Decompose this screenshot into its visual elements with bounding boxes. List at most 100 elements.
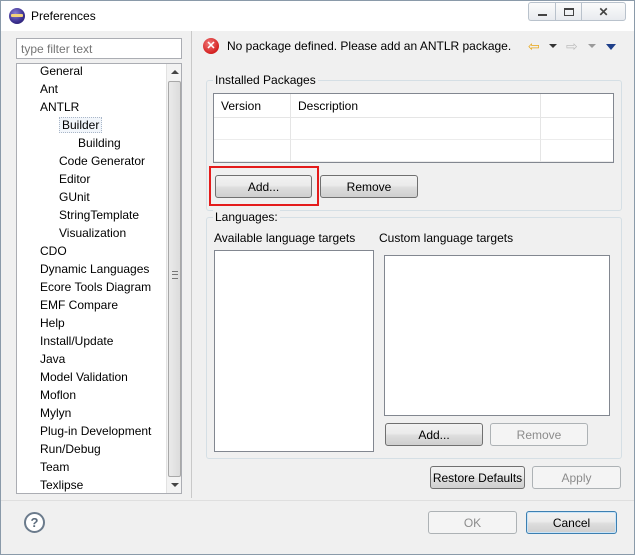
tree-item-label: Ecore Tools Diagram xyxy=(40,280,152,294)
footer-separator xyxy=(1,500,634,501)
tree-item-label: Editor xyxy=(59,172,91,186)
tree-item[interactable]: Install/Update xyxy=(40,333,113,351)
apply-button[interactable]: Apply xyxy=(532,466,621,489)
available-targets-label: Available language targets xyxy=(214,231,356,245)
tree-item-label: Building xyxy=(78,136,121,150)
minimize-button[interactable] xyxy=(528,2,555,21)
minimize-icon xyxy=(537,13,547,16)
close-button[interactable]: ✕ xyxy=(581,2,626,21)
packages-table[interactable]: Version Description xyxy=(213,93,614,163)
tree-item[interactable]: Editor xyxy=(59,171,90,189)
close-icon: ✕ xyxy=(598,4,609,19)
back-arrow-icon[interactable]: ⇦ xyxy=(528,39,540,53)
tree-item-label: Java xyxy=(40,352,66,366)
help-icon[interactable]: ? xyxy=(24,512,45,533)
tree-item-label: Builder xyxy=(59,117,103,133)
tree-item-label: Ant xyxy=(40,82,59,96)
restore-defaults-button[interactable]: Restore Defaults xyxy=(430,466,525,489)
error-icon: ✕ xyxy=(203,38,219,54)
tree-item-label: Texlipse xyxy=(40,478,84,492)
tree-item-label: Visualization xyxy=(59,226,127,240)
tree-item-label: General xyxy=(40,64,83,78)
installed-packages-title: Installed Packages xyxy=(213,73,318,87)
tree-item[interactable]: Model Validation xyxy=(40,369,128,387)
tree-item-label: Model Validation xyxy=(40,370,128,384)
tree-item[interactable]: Moflon xyxy=(40,387,76,405)
available-targets-list[interactable] xyxy=(214,250,374,452)
maximize-button[interactable] xyxy=(555,2,581,21)
preferences-window: Preferences ✕ Texlipse Team Run/Debug Plug-… xyxy=(0,0,635,555)
preference-tree: Texlipse Team Run/Debug Plug-in Development… xyxy=(16,63,182,494)
tree-item[interactable]: Java xyxy=(40,351,65,369)
table-cell xyxy=(291,118,541,140)
scroll-thumb[interactable] xyxy=(168,81,181,477)
title-bar: Preferences ✕ xyxy=(1,1,634,31)
column-header-version[interactable]: Version xyxy=(214,94,291,118)
add-language-button[interactable]: Add... xyxy=(385,423,483,446)
table-cell xyxy=(541,140,613,162)
column-header-description[interactable]: Description xyxy=(291,94,541,118)
cancel-button[interactable]: Cancel xyxy=(526,511,617,534)
tree-item[interactable]: GUnit xyxy=(59,189,90,207)
maximize-icon xyxy=(563,7,574,16)
tree-item[interactable]: Visualization xyxy=(59,225,126,243)
highlight-box xyxy=(209,166,319,206)
panel-divider xyxy=(191,31,192,498)
tree-item-label: Team xyxy=(40,460,70,474)
languages-title: Languages: xyxy=(213,210,280,224)
tree-item-label: CDO xyxy=(40,244,67,258)
table-cell xyxy=(291,140,541,162)
window-title: Preferences xyxy=(31,9,96,23)
tree-item-label: Plug-in Development xyxy=(40,424,152,438)
message-text: No package defined. Please add an ANTLR … xyxy=(227,39,512,53)
tree-scrollbar[interactable] xyxy=(166,64,181,493)
tree-item[interactable]: Mylyn xyxy=(40,405,71,423)
tree-item[interactable]: Run/Debug xyxy=(40,441,101,459)
tree-item[interactable]: EMF Compare xyxy=(40,297,118,315)
tree-item[interactable]: Team xyxy=(40,459,69,477)
tree-item-label: Moflon xyxy=(40,388,77,402)
tree-item-label: Install/Update xyxy=(40,334,114,348)
tree-item[interactable]: General xyxy=(40,64,83,81)
tree-item[interactable]: Dynamic Languages xyxy=(40,261,149,279)
remove-language-button[interactable]: Remove xyxy=(490,423,588,446)
tree-item[interactable]: ANTLR xyxy=(40,99,79,117)
remove-package-button[interactable]: Remove xyxy=(320,175,418,198)
forward-dropdown-icon[interactable] xyxy=(588,44,596,48)
tree-item[interactable]: StringTemplate xyxy=(59,207,139,225)
column-header-filler xyxy=(541,94,613,118)
table-cell xyxy=(214,140,291,162)
tree-item[interactable]: Plug-in Development xyxy=(40,423,151,441)
message-bar: ✕ No package defined. Please add an ANTL… xyxy=(197,33,625,59)
tree-item[interactable]: Ant xyxy=(40,81,58,99)
tree-item-label: ANTLR xyxy=(40,100,80,114)
tree-item-label: GUnit xyxy=(59,190,90,204)
ok-button[interactable]: OK xyxy=(428,511,517,534)
tree-item-label: Code Generator xyxy=(59,154,146,168)
tree-item-label: Dynamic Languages xyxy=(40,262,150,276)
scroll-down-icon[interactable] xyxy=(171,483,179,487)
custom-targets-label: Custom language targets xyxy=(379,231,514,245)
table-cell xyxy=(541,118,613,140)
view-menu-icon[interactable] xyxy=(606,44,616,50)
tree-item[interactable]: Building xyxy=(78,135,121,153)
eclipse-icon xyxy=(9,8,25,24)
tree-item[interactable]: Help xyxy=(40,315,65,333)
tree-item[interactable]: CDO xyxy=(40,243,67,261)
tree-item-label: EMF Compare xyxy=(40,298,119,312)
tree-item[interactable]: Code Generator xyxy=(59,153,145,171)
tree-item-label: StringTemplate xyxy=(59,208,140,222)
forward-arrow-icon[interactable]: ⇨ xyxy=(566,39,578,53)
scroll-up-icon[interactable] xyxy=(171,70,179,74)
table-cell xyxy=(214,118,291,140)
back-dropdown-icon[interactable] xyxy=(549,44,557,48)
tree-item[interactable]: Ecore Tools Diagram xyxy=(40,279,151,297)
tree-item-label: Mylyn xyxy=(40,406,72,420)
custom-targets-list[interactable] xyxy=(384,255,610,416)
filter-input[interactable] xyxy=(16,38,182,59)
tree-item[interactable]: Builder xyxy=(59,117,103,135)
grip-icon xyxy=(172,271,178,279)
tree-item-label: Help xyxy=(40,316,65,330)
tree-item-label: Run/Debug xyxy=(40,442,101,456)
tree-item[interactable]: Texlipse xyxy=(40,477,84,493)
